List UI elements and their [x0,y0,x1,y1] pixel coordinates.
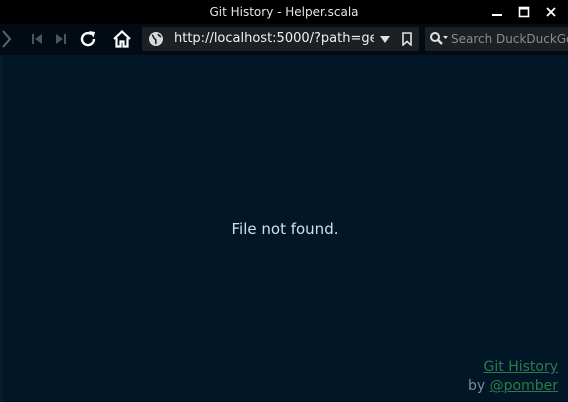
chevron-right-icon [2,30,12,48]
left-border [0,55,2,402]
browser-window: Git History - Helper.scala http://localh… [0,0,568,402]
rewind-button[interactable] [26,28,48,50]
not-found-message: File not found. [231,220,339,238]
navigation-toolbar: http://localhost:5000/?path=ge... [0,24,568,55]
maximize-button[interactable] [514,2,534,22]
minimize-button[interactable] [487,2,507,22]
skip-forward-icon [56,34,66,44]
window-title: Git History - Helper.scala [209,5,359,19]
close-button[interactable] [541,2,561,22]
bookmark-icon[interactable] [401,32,413,46]
reload-icon [80,31,96,47]
home-icon [113,29,131,48]
title-bar: Git History - Helper.scala [0,0,568,24]
address-bar[interactable]: http://localhost:5000/?path=ge... [142,27,419,51]
credits-footer: Git History by @pomber [468,358,558,396]
close-icon [546,7,556,17]
page-content: File not found. Git History by @pomber [0,55,568,402]
search-input[interactable] [451,27,568,51]
globe-icon [149,32,163,46]
skip-back-icon [32,34,42,44]
dropdown-arrow-icon[interactable] [378,33,392,45]
maximize-icon [518,6,530,18]
git-history-link[interactable]: Git History [484,359,558,375]
author-link[interactable]: @pomber [490,378,558,394]
fast-forward-button[interactable] [50,28,72,50]
search-icon [430,32,448,45]
url-text[interactable]: http://localhost:5000/?path=ge... [174,27,374,51]
reload-button[interactable] [77,28,99,50]
search-bar[interactable] [425,27,568,51]
home-button[interactable] [111,28,133,50]
by-label: by [468,378,490,394]
forward-button[interactable] [0,28,16,50]
minimize-icon [492,14,502,16]
